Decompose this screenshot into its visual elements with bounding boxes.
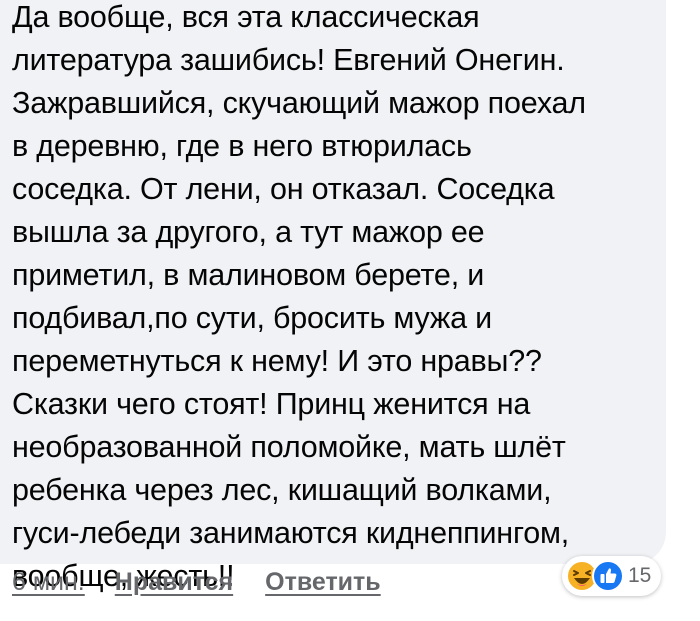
like-icon	[592, 560, 624, 592]
reply-button[interactable]: Ответить	[265, 568, 381, 597]
comment-text: Да вообще, вся эта классическая литерату…	[12, 0, 586, 593]
reaction-count: 15	[628, 564, 652, 587]
comment-bubble: Да вообще, вся эта классическая литерату…	[0, 0, 666, 593]
reactions-summary[interactable]: 15	[562, 556, 662, 596]
comment-actions: 6 мин. Нравится Ответить	[12, 568, 381, 597]
timestamp-link[interactable]: 6 мин.	[12, 568, 85, 597]
like-button[interactable]: Нравится	[115, 568, 233, 597]
